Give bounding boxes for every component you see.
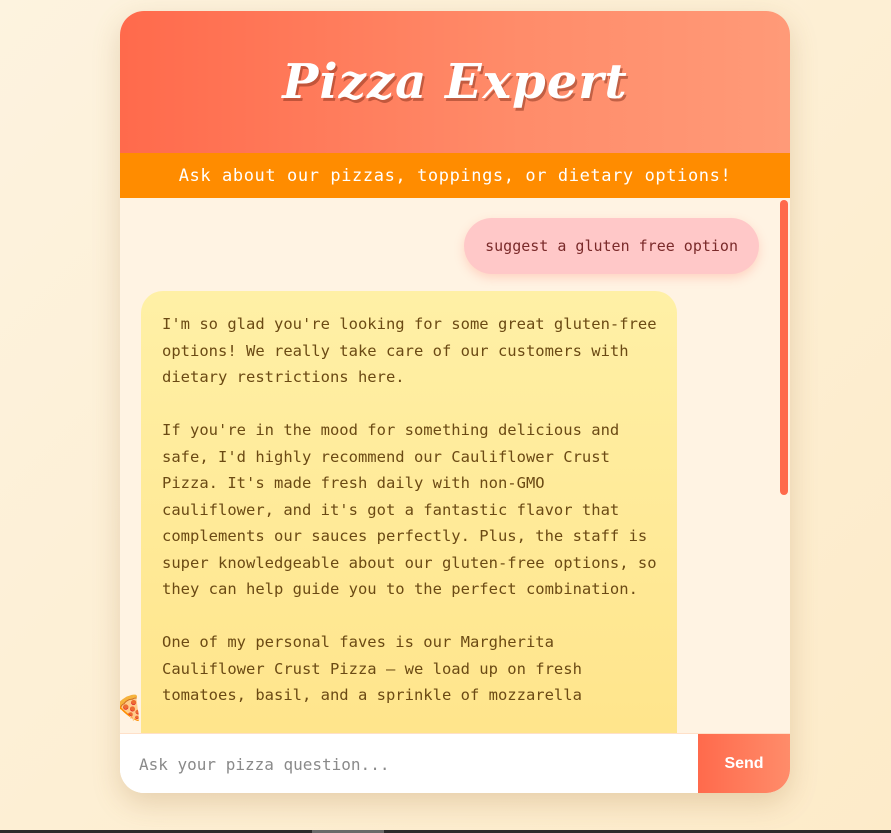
bot-message-paragraph: I'm so glad you're looking for some grea… xyxy=(162,315,657,386)
scrollbar[interactable] xyxy=(778,198,790,733)
subtitle-banner: Ask about our pizzas, toppings, or dieta… xyxy=(120,153,790,198)
scrollbar-thumb[interactable] xyxy=(780,200,788,495)
app-title: Pizza Expert xyxy=(282,54,628,110)
pizza-slice-icon: 🍕 xyxy=(120,694,144,722)
message-list[interactable]: suggest a gluten free option I'm so glad… xyxy=(120,198,790,733)
bot-message-paragraph: One of my personal faves is our Margheri… xyxy=(162,633,582,704)
send-button[interactable]: Send xyxy=(698,734,790,793)
chat-input[interactable] xyxy=(120,734,698,793)
input-bar: Send xyxy=(120,733,790,793)
bot-message: I'm so glad you're looking for some grea… xyxy=(141,291,677,733)
chat-window: Pizza Expert Ask about our pizzas, toppi… xyxy=(120,11,790,793)
header: Pizza Expert xyxy=(120,11,790,153)
user-message: suggest a gluten free option xyxy=(464,218,759,274)
bot-message-paragraph: If you're in the mood for something deli… xyxy=(162,421,657,598)
